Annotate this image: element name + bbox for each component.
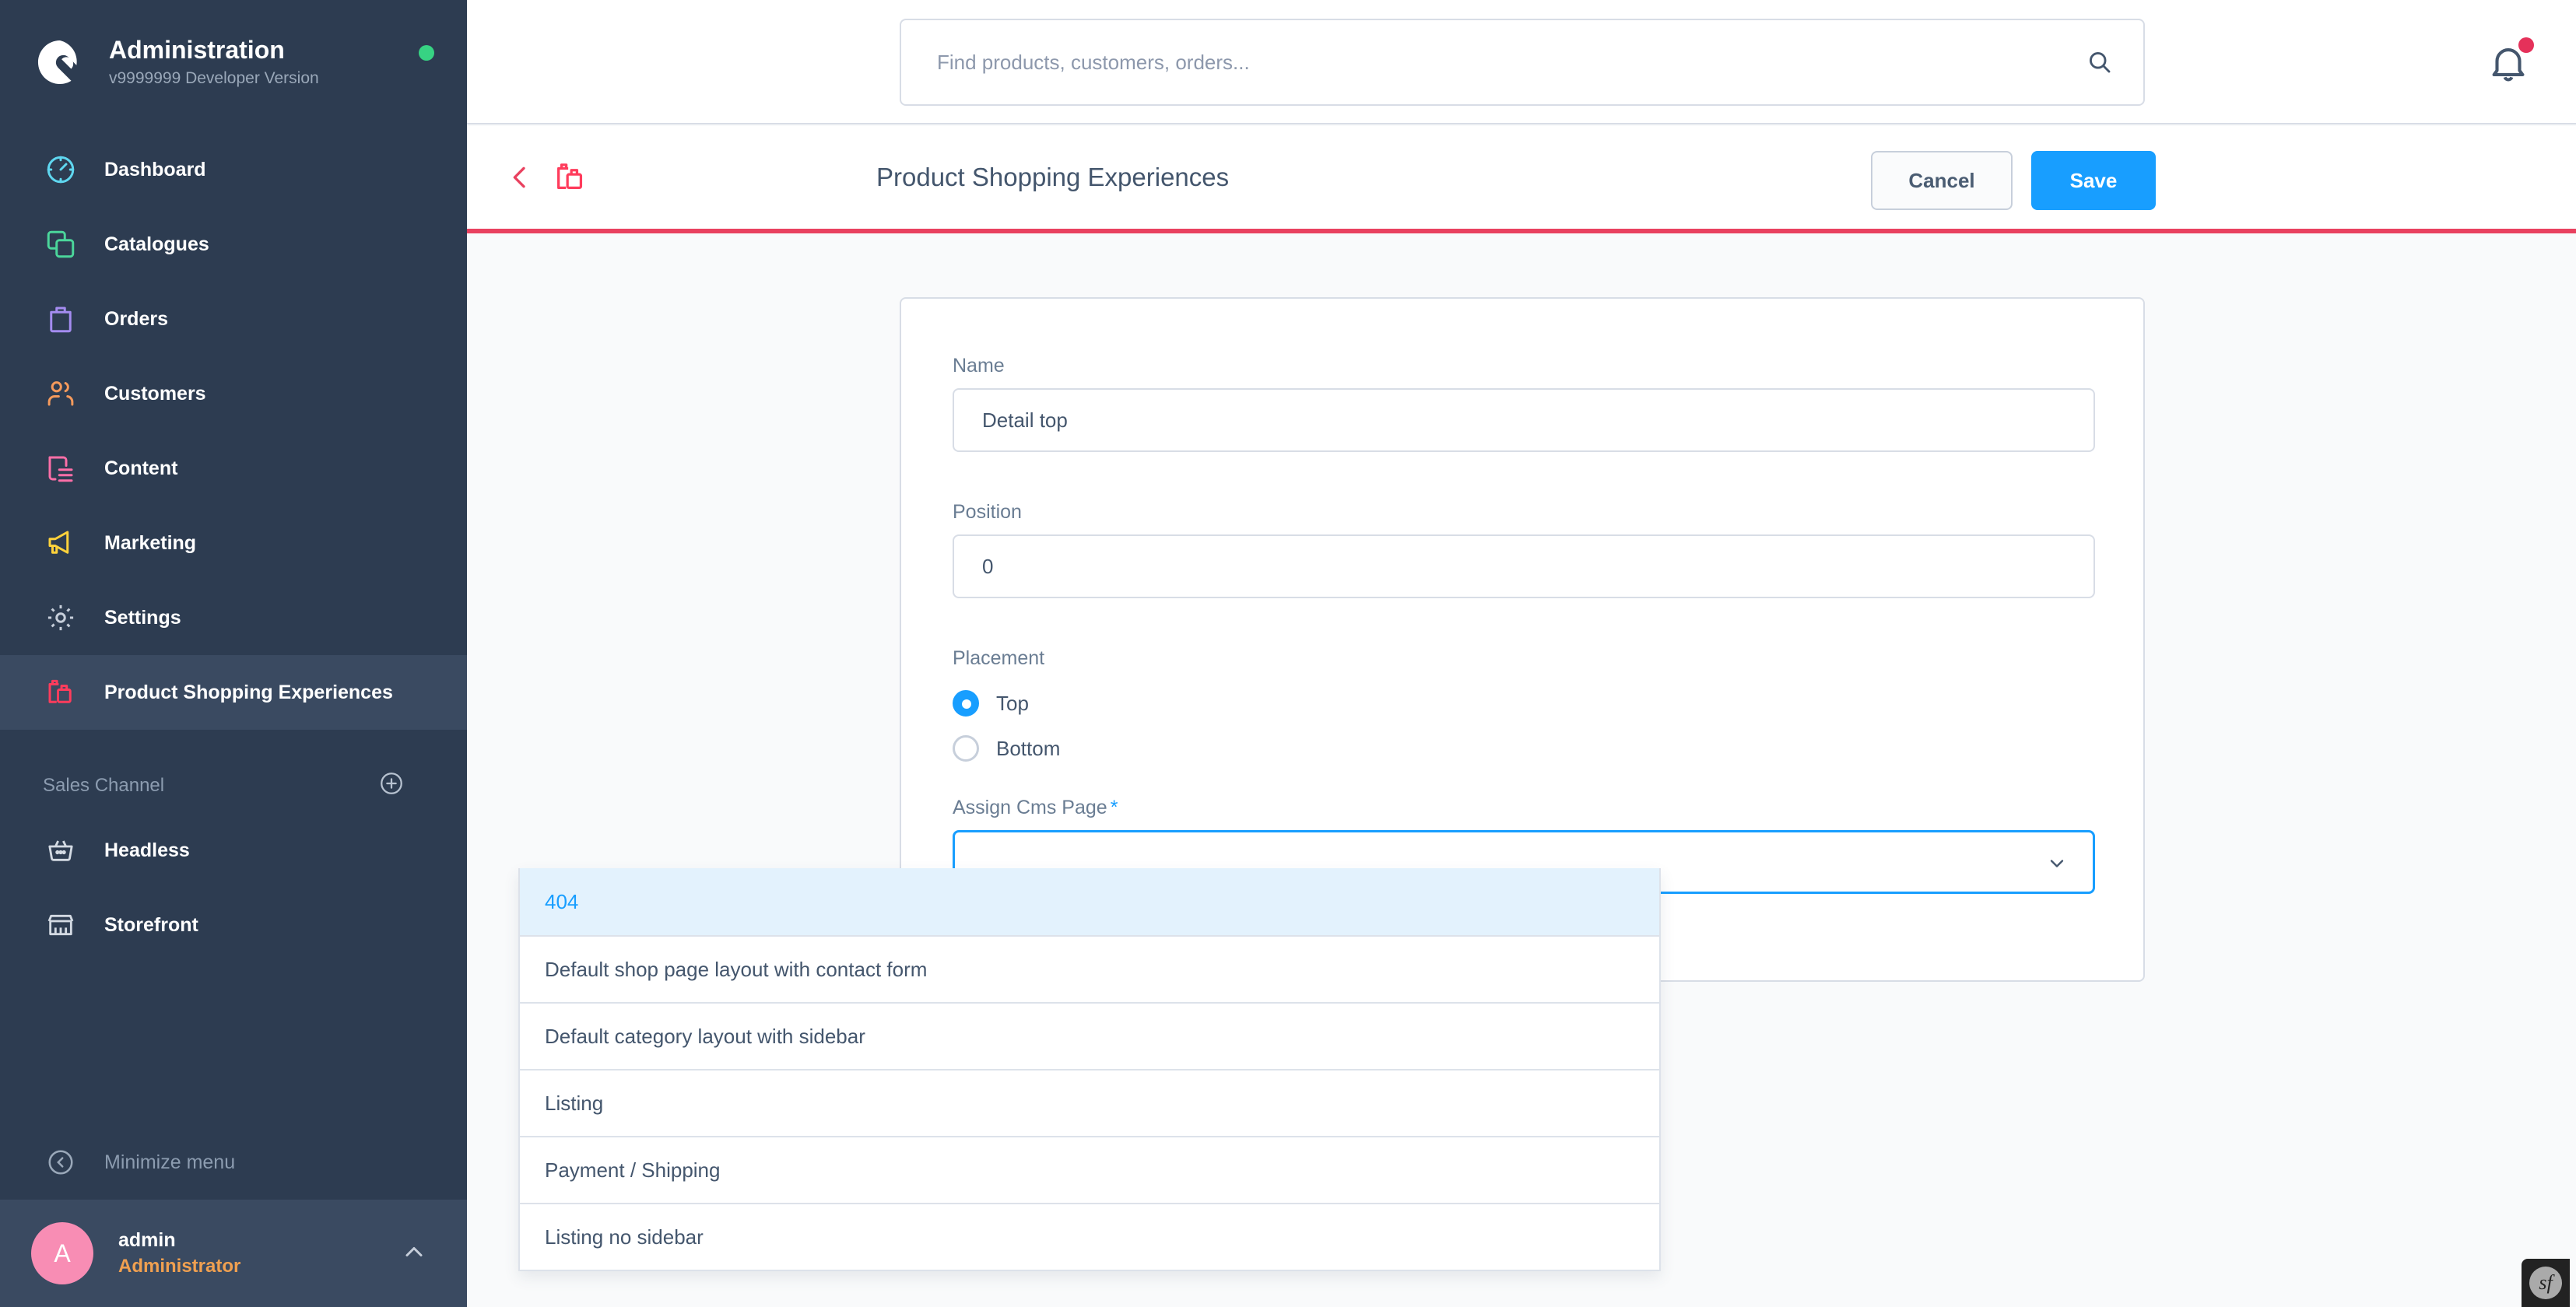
minimize-menu-button[interactable]: Minimize menu [0, 1125, 467, 1200]
sidebar-item-customers[interactable]: Customers [0, 356, 467, 431]
chevron-down-icon[interactable] [2044, 853, 2069, 874]
name-input[interactable] [953, 388, 2095, 452]
chevron-up-icon[interactable] [400, 1238, 428, 1270]
sidebar-item-headless[interactable]: Headless [0, 813, 467, 888]
cms-page-option[interactable]: Default category layout with sidebar [520, 1002, 1659, 1069]
sidebar-item-dashboard[interactable]: Dashboard [0, 132, 467, 207]
chevron-left-circle-icon [43, 1144, 79, 1180]
name-field-group: Name [953, 355, 2095, 452]
avatar: A [31, 1222, 93, 1284]
status-dot-online-icon [419, 45, 434, 61]
back-chevron-icon[interactable] [504, 159, 535, 195]
storefront-icon [43, 907, 79, 943]
placement-label: Placement [953, 647, 1045, 669]
sales-channel-title: Sales Channel [43, 774, 165, 796]
radio-icon [953, 735, 979, 762]
search-input[interactable] [900, 19, 2145, 106]
content-icon [43, 450, 79, 486]
page-title: Product Shopping Experiences [876, 163, 1230, 191]
cms-page-option[interactable]: 404 [520, 868, 1659, 935]
sidebar-item-label: Marketing [104, 531, 197, 554]
sidebar-item-orders[interactable]: Orders [0, 282, 467, 356]
sidebar: Administration v9999999 Developer Versio… [0, 0, 467, 1307]
radio-icon [953, 690, 979, 717]
symfony-debug-toolbar[interactable]: sf [2522, 1259, 2570, 1307]
position-input[interactable] [953, 534, 2095, 598]
cancel-button[interactable]: Cancel [1871, 151, 2013, 210]
dashboard-icon [43, 152, 79, 187]
user-account-bar[interactable]: A admin Administrator [0, 1200, 467, 1307]
save-button[interactable]: Save [2031, 151, 2156, 210]
sidebar-item-storefront[interactable]: Storefront [0, 888, 467, 962]
sales-channel-list: Headless Storefront [0, 813, 467, 962]
brand-header[interactable]: Administration v9999999 Developer Versio… [0, 0, 467, 124]
cms-page-label-text: Assign Cms Page [953, 797, 1107, 818]
page-header-actions: Cancel Save [1871, 151, 2156, 210]
placement-option-label: Bottom [996, 736, 1061, 760]
cms-page-option[interactable]: Default shop page layout with contact fo… [520, 935, 1659, 1002]
sidebar-item-settings[interactable]: Settings [0, 580, 467, 655]
symfony-logo-icon: sf [2529, 1267, 2562, 1299]
sidebar-item-label: Catalogues [104, 233, 209, 255]
cms-page-option[interactable]: Payment / Shipping [520, 1136, 1659, 1203]
shopping-bags-icon [43, 675, 79, 710]
brand-title: Administration [109, 36, 285, 65]
position-field-group: Position [953, 501, 2095, 598]
sidebar-item-label: Customers [104, 382, 206, 405]
sidebar-item-marketing[interactable]: Marketing [0, 506, 467, 580]
sidebar-item-label: Product Shopping Experiences [104, 681, 393, 703]
sidebar-item-label: Storefront [104, 913, 198, 936]
orders-icon [43, 301, 79, 337]
position-label: Position [953, 501, 1022, 523]
placement-field-group: Placement Top Bottom [953, 647, 2095, 771]
marketing-icon [43, 525, 79, 561]
search-field-wrapper [900, 19, 2145, 106]
shopware-logo-icon [34, 37, 86, 88]
required-marker: * [1110, 797, 1118, 818]
placement-radio-top[interactable]: Top [953, 681, 2095, 726]
cms-page-option[interactable]: Listing no sidebar [520, 1203, 1659, 1270]
content-area: Name Position Placement Top Bottom Assig… [467, 238, 2576, 1307]
notification-badge [2518, 37, 2534, 53]
sidebar-item-label: Dashboard [104, 158, 206, 180]
settings-gear-icon [43, 600, 79, 636]
sidebar-nav: Dashboard Catalogues Orders Customers Co… [0, 124, 467, 730]
sidebar-item-label: Settings [104, 606, 181, 629]
cms-page-option[interactable]: Listing [520, 1069, 1659, 1136]
cms-page-options-list: 404 Default shop page layout with contac… [518, 868, 1661, 1271]
brand-version: v9999999 Developer Version [109, 68, 319, 87]
sidebar-item-content[interactable]: Content [0, 431, 467, 506]
search-icon[interactable] [2083, 45, 2117, 79]
placement-radio-bottom[interactable]: Bottom [953, 726, 2095, 771]
customers-icon [43, 376, 79, 412]
topbar [467, 0, 2576, 124]
minimize-menu-label: Minimize menu [104, 1151, 236, 1173]
shopping-bags-icon [553, 159, 588, 195]
placement-option-label: Top [996, 691, 1029, 715]
sidebar-item-catalogues[interactable]: Catalogues [0, 207, 467, 282]
user-name: admin [118, 1229, 176, 1251]
basket-icon [43, 832, 79, 868]
cms-page-label: Assign Cms Page * [953, 797, 2095, 819]
name-label: Name [953, 355, 1005, 377]
sidebar-item-label: Headless [104, 839, 190, 861]
sidebar-item-product-shopping-experiences[interactable]: Product Shopping Experiences [0, 655, 467, 730]
user-role: Administrator [118, 1256, 241, 1277]
sidebar-item-label: Orders [104, 307, 168, 330]
catalogues-icon [43, 226, 79, 262]
plus-circle-icon[interactable] [378, 770, 405, 801]
sidebar-item-label: Content [104, 457, 178, 479]
sales-channel-section-header: Sales Channel [0, 730, 467, 813]
page-header: Product Shopping Experiences Cancel Save [467, 126, 2576, 233]
